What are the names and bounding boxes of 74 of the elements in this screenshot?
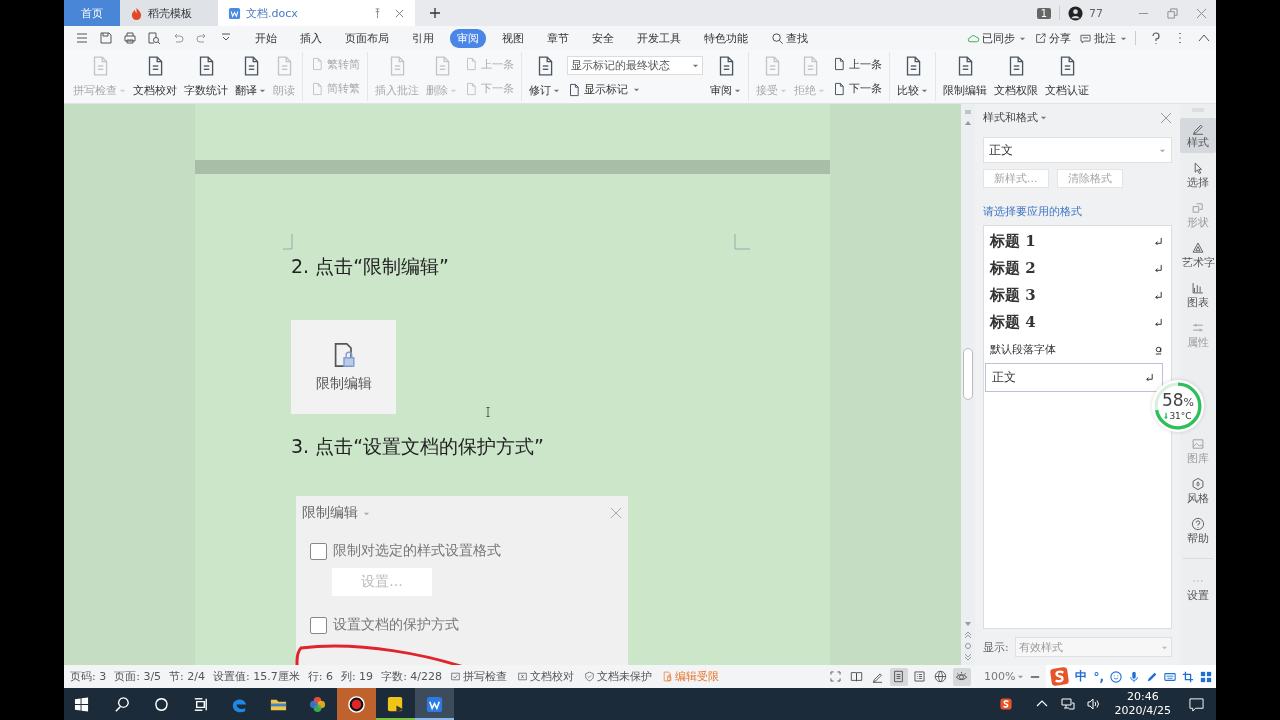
user-count: 77 (1089, 6, 1103, 20)
usage-unit: % (1183, 395, 1195, 409)
document-tab[interactable]: 稻壳模板 (120, 0, 218, 26)
document-tab[interactable]: 首页 (64, 0, 120, 26)
style-dropdown[interactable]: 正文 (983, 137, 1172, 163)
punctuation-mode[interactable]: °, (1093, 669, 1104, 684)
status-button[interactable]: 拼写检查 (450, 669, 508, 684)
sidebar-item[interactable]: 艺术字 (1180, 238, 1216, 273)
status-button[interactable]: 文档校对 (517, 669, 575, 684)
ribbon-button[interactable]: 下一条 (832, 81, 882, 97)
sidebar-item[interactable]: 设置 (1180, 571, 1216, 606)
sidebar-item[interactable]: 图表 (1180, 278, 1216, 313)
style-item[interactable]: 标题 3 (984, 282, 1171, 309)
clock-date[interactable]: 2020/4/25 (1114, 704, 1171, 718)
style-item[interactable]: 标题 1 (984, 228, 1171, 255)
zoom-dropdown[interactable]: 100% (984, 670, 1025, 683)
menu-tab[interactable]: 视图 (495, 28, 531, 48)
status-field: 字数: 4/228 (381, 669, 443, 684)
ribbon-button[interactable]: 审阅 (707, 52, 744, 101)
ribbon-button[interactable]: 字数统计 (181, 52, 231, 101)
ribbon-button[interactable]: 翻译 (232, 52, 269, 101)
style-item[interactable]: 标题 2 (984, 255, 1171, 282)
ribbon-button[interactable]: 限制编辑 (940, 52, 990, 101)
document-tab[interactable]: 文档.docx (218, 0, 415, 26)
menu-tab[interactable]: 安全 (585, 28, 621, 48)
status-field: 列: 19 (340, 669, 374, 684)
checkbox-label: 限制对选定的样式设置格式 (333, 542, 501, 560)
ribbon-button[interactable]: 文档权限 (991, 52, 1041, 101)
button-label: 限制编辑 (315, 375, 372, 393)
status-field: 行: 6 (307, 669, 333, 684)
search-button[interactable]: 查找 (764, 28, 815, 48)
window-count-badge[interactable]: 1 (1036, 7, 1051, 19)
status-button[interactable]: 文档未保护 (584, 669, 653, 684)
ribbon-button[interactable]: 上一条 (832, 56, 882, 72)
menu-tab[interactable]: 插入 (293, 28, 329, 48)
input-mode[interactable]: 中 (1075, 668, 1088, 685)
sidebar-item[interactable]: 样式 (1180, 118, 1216, 153)
status-field: 页面: 3/5 (114, 669, 162, 684)
ribbon-button[interactable]: 文档认证 (1042, 52, 1092, 101)
usage-value: 58 (1161, 389, 1184, 410)
style-item[interactable]: 默认段落字体 (984, 336, 1171, 363)
menu-tab[interactable]: 开发工具 (630, 28, 688, 48)
toolbar-button[interactable]: 分享 (1034, 30, 1071, 46)
temperature-value: 31°C (1169, 410, 1192, 421)
menu-tab[interactable]: 页面布局 (338, 28, 396, 48)
sidebar-item[interactable]: 风格 (1180, 474, 1216, 509)
checkbox-label: 设置文档的保护方式 (333, 616, 459, 634)
menu-tab[interactable]: 审阅 (450, 28, 486, 48)
menu-tab[interactable]: 开始 (248, 28, 284, 48)
sidebar-item[interactable]: 帮助 (1180, 514, 1216, 549)
step-text: 2. 点击“限制编辑” (291, 254, 450, 279)
performance-widget[interactable]: 58% 31°C (1152, 380, 1204, 432)
panel-title: 限制编辑 (302, 504, 358, 522)
section-label: 请选择要应用的格式 (983, 204, 1083, 219)
menu-tab[interactable]: 特色功能 (697, 28, 755, 48)
field-label: 显示: (983, 639, 1009, 655)
style-item[interactable]: 标题 4 (984, 309, 1171, 336)
status-field: 页码: 3 (70, 669, 107, 684)
ribbon-button[interactable]: 文档校对 (130, 52, 180, 101)
toolbar-button[interactable]: 已同步 (967, 30, 1026, 46)
sidebar-item[interactable]: 选择 (1180, 158, 1216, 193)
status-field: 节: 2/4 (169, 669, 205, 684)
dropdown-field[interactable]: 显示标记的最终状态 (567, 55, 703, 75)
ribbon-button[interactable]: 修订 (526, 52, 563, 101)
menu-tab[interactable]: 章节 (540, 28, 576, 48)
ribbon-button[interactable]: 显示标记 (567, 82, 703, 98)
menu-tab[interactable]: 引用 (405, 28, 441, 48)
status-field: 设置值: 15.7厘米 (213, 669, 300, 684)
toolbar-button[interactable]: 批注 (1079, 30, 1127, 46)
clock-time[interactable]: 20:46 (1126, 690, 1159, 704)
ribbon-button[interactable]: 比较 (894, 52, 931, 101)
step-text: 3. 点击“设置文档的保护方式” (291, 434, 545, 459)
style-item[interactable]: 正文 (985, 363, 1163, 392)
panel-title[interactable]: 样式和格式 (983, 110, 1038, 125)
